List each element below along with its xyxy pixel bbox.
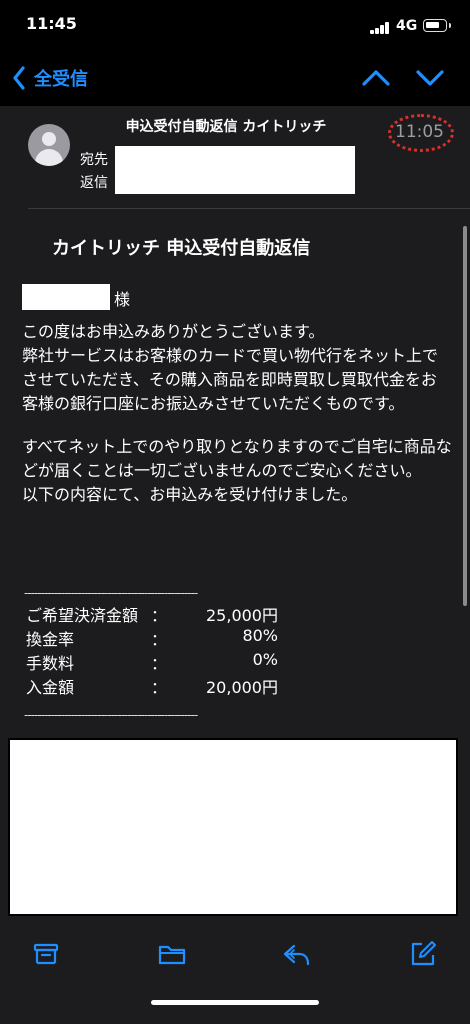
- next-message-button[interactable]: [414, 64, 446, 92]
- payment-value: 20,000円: [206, 678, 278, 697]
- message-body: この度はお申込みありがとうございます。 弊社サービスはお客様のカードで買い物代行…: [22, 320, 452, 507]
- previous-message-button[interactable]: [360, 64, 392, 92]
- back-button[interactable]: 全受信: [12, 64, 88, 92]
- avatar[interactable]: [28, 124, 70, 166]
- network-type: 4G: [396, 18, 418, 34]
- folder-icon[interactable]: [156, 938, 188, 970]
- body-paragraph: この度はお申込みありがとうございます。 弊社サービスはお客様のカードで買い物代行…: [22, 322, 439, 413]
- reply-to-label: 返信: [80, 175, 108, 191]
- home-indicator: [151, 1000, 319, 1005]
- payment-label: 入金額: [26, 678, 75, 697]
- archive-icon[interactable]: [30, 938, 62, 970]
- back-label: 全受信: [34, 69, 88, 90]
- payment-value: 0%: [252, 650, 278, 669]
- message-time: 11:05: [395, 122, 444, 142]
- scrollbar[interactable]: [463, 226, 467, 606]
- bottom-toolbar: [0, 918, 470, 1024]
- payment-label: 換金率: [26, 630, 75, 649]
- signal-strength-icon: [370, 22, 392, 34]
- payment-label: 手数料: [26, 654, 75, 673]
- honorific: 様: [114, 290, 131, 309]
- separator-line: ----------------------------------------…: [24, 708, 198, 722]
- redacted-content: [8, 738, 458, 916]
- status-bar: 11:45 4G: [0, 0, 470, 50]
- message-view: 申込受付自動返信 カイトリッチ 11:05 宛先 返信 カイトリッチ 申込受付自…: [0, 106, 470, 918]
- status-time: 11:45: [26, 14, 77, 33]
- separator-line: ----------------------------------------…: [24, 586, 198, 600]
- message-headline: カイトリッチ 申込受付自動返信: [52, 238, 311, 259]
- message-subject: 申込受付自動返信 カイトリッチ: [125, 119, 327, 135]
- reply-icon[interactable]: [281, 938, 313, 970]
- payment-label: ご希望決済金額: [26, 606, 139, 625]
- header-divider: [28, 208, 470, 209]
- body-paragraph: すべてネット上でのやり取りとなりますのでご自宅に商品などが届くことは一切ございま…: [22, 437, 452, 504]
- redacted-name: [22, 284, 110, 310]
- nav-bar: 全受信: [0, 50, 470, 106]
- payment-value: 25,000円: [206, 606, 278, 625]
- to-label: 宛先: [80, 152, 108, 168]
- battery-icon: [423, 19, 451, 32]
- payment-value: 80%: [242, 626, 278, 645]
- chevron-left-icon: [13, 66, 25, 90]
- redacted-recipient: [115, 146, 355, 194]
- compose-icon[interactable]: [407, 938, 439, 970]
